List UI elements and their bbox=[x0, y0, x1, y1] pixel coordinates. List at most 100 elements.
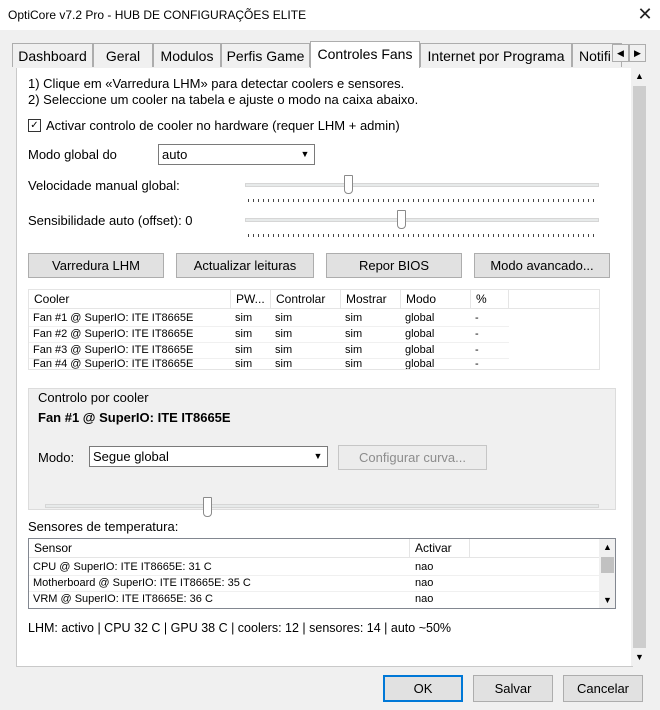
per-cooler-title: Controlo por cooler bbox=[38, 390, 149, 405]
hw-control-label: Activar controlo de cooler no hardware (… bbox=[46, 118, 400, 133]
close-icon[interactable]: ✕ bbox=[636, 4, 654, 24]
manual-speed-slider[interactable] bbox=[344, 175, 353, 194]
column-header-mostrar[interactable]: Mostrar bbox=[341, 290, 401, 308]
chevron-down-icon[interactable]: ▼ bbox=[631, 649, 648, 666]
cell-percent: - bbox=[475, 312, 479, 324]
global-mode-select[interactable]: auto ▼ bbox=[158, 144, 315, 165]
cancel-button[interactable]: Cancelar bbox=[563, 675, 643, 702]
cooler-mode-value: Segue global bbox=[93, 449, 169, 464]
sensors-label: Sensores de temperatura: bbox=[28, 519, 179, 534]
refresh-readings-button[interactable]: Actualizar leituras bbox=[176, 253, 314, 278]
chevron-down-icon: ▼ bbox=[300, 149, 310, 159]
chevron-up-icon[interactable]: ▲ bbox=[631, 68, 648, 85]
tab-modulos[interactable]: Modulos bbox=[153, 43, 221, 67]
scan-lhm-button[interactable]: Varredura LHM bbox=[28, 253, 164, 278]
selected-cooler-name: Fan #1 @ SuperIO: ITE IT8665E bbox=[38, 410, 231, 425]
tab-internet-por-programa[interactable]: Internet por Programa bbox=[420, 43, 572, 67]
manual-speed-track bbox=[245, 183, 599, 187]
save-button[interactable]: Salvar bbox=[473, 675, 553, 702]
cell-modo: global bbox=[405, 344, 435, 356]
column-header-controlar[interactable]: Controlar bbox=[271, 290, 341, 308]
column-header-filler bbox=[509, 290, 599, 308]
cell-controlar: sim bbox=[275, 344, 293, 356]
cell-mostrar: sim bbox=[345, 344, 363, 356]
table-row[interactable]: Motherboard @ SuperIO: ITE IT8665E: 35 C… bbox=[29, 575, 600, 592]
cell-pwm: sim bbox=[235, 358, 253, 370]
cell-cooler: Fan #4 @ SuperIO: ITE IT8665E bbox=[33, 358, 194, 370]
advanced-mode-button[interactable]: Modo avancado... bbox=[474, 253, 610, 278]
fan-table[interactable]: Cooler PW... Controlar Mostrar Modo % Fa… bbox=[28, 289, 600, 370]
panel-scroll-thumb[interactable] bbox=[633, 86, 646, 648]
column-header-sensor[interactable]: Sensor bbox=[29, 539, 410, 557]
table-row[interactable]: Fan #3 @ SuperIO: ITE IT8665E sim sim si… bbox=[29, 342, 509, 359]
column-header-modo[interactable]: Modo bbox=[401, 290, 471, 308]
chevron-down-icon[interactable]: ▼ bbox=[599, 592, 615, 608]
cooler-mode-select[interactable]: Segue global ▼ bbox=[89, 446, 328, 467]
cell-activar: nao bbox=[415, 561, 434, 573]
ok-button[interactable]: OK bbox=[383, 675, 463, 702]
status-line: LHM: activo | CPU 32 C | GPU 38 C | cool… bbox=[28, 621, 452, 635]
column-header-filler bbox=[470, 539, 600, 557]
cell-percent: - bbox=[475, 358, 479, 370]
column-header-cooler[interactable]: Cooler bbox=[29, 290, 231, 308]
cell-sensor: Motherboard @ SuperIO: ITE IT8665E: 35 C bbox=[33, 577, 251, 589]
cell-percent: - bbox=[475, 344, 479, 356]
tab-perfis-game[interactable]: Perfis Game bbox=[221, 43, 310, 67]
global-mode-value: auto bbox=[162, 147, 188, 162]
table-row[interactable]: Fan #4 @ SuperIO: ITE IT8665E sim sim si… bbox=[29, 358, 509, 370]
cell-activar: nao bbox=[415, 577, 434, 589]
cell-mostrar: sim bbox=[345, 358, 363, 370]
cell-activar: nao bbox=[415, 593, 434, 605]
table-row[interactable]: Fan #1 @ SuperIO: ITE IT8665E sim sim si… bbox=[29, 310, 509, 327]
cell-cooler: Fan #2 @ SuperIO: ITE IT8665E bbox=[33, 328, 194, 340]
cell-mostrar: sim bbox=[345, 312, 363, 324]
chevron-up-icon[interactable]: ▲ bbox=[599, 539, 615, 555]
tab-controles-fans[interactable]: Controles Fans bbox=[310, 41, 420, 68]
cell-modo: global bbox=[405, 312, 435, 324]
cell-percent: - bbox=[475, 328, 479, 340]
title-bar: OptiCore v7.2 Pro - HUB DE CONFIGURAÇÕES… bbox=[0, 0, 660, 30]
auto-sensitivity-label: Sensibilidade auto (offset): 0 bbox=[28, 213, 193, 228]
tab-scroll-right-icon[interactable]: ▶ bbox=[629, 44, 646, 62]
cell-modo: global bbox=[405, 328, 435, 340]
cooler-speed-track bbox=[45, 504, 599, 508]
check-icon: ✓ bbox=[30, 120, 39, 131]
restore-bios-button[interactable]: Repor BIOS bbox=[326, 253, 462, 278]
table-row[interactable]: Fan #2 @ SuperIO: ITE IT8665E sim sim si… bbox=[29, 326, 509, 343]
cell-cooler: Fan #1 @ SuperIO: ITE IT8665E bbox=[33, 312, 194, 324]
sensors-table[interactable]: Sensor Activar CPU @ SuperIO: ITE IT8665… bbox=[28, 538, 616, 609]
header-divider bbox=[29, 308, 599, 309]
cell-controlar: sim bbox=[275, 312, 293, 324]
cell-cooler: Fan #3 @ SuperIO: ITE IT8665E bbox=[33, 344, 194, 356]
cell-mostrar: sim bbox=[345, 328, 363, 340]
column-header-activar[interactable]: Activar bbox=[410, 539, 470, 557]
sensors-scrollbar[interactable]: ▲ ▼ bbox=[599, 539, 615, 608]
auto-sensitivity-slider[interactable] bbox=[397, 210, 406, 229]
column-header-pwm[interactable]: PW... bbox=[231, 290, 271, 308]
cell-pwm: sim bbox=[235, 312, 253, 324]
global-mode-label: Modo global do bbox=[28, 147, 117, 162]
tab-geral[interactable]: Geral bbox=[93, 43, 153, 67]
cooler-mode-label: Modo: bbox=[38, 450, 75, 465]
table-row[interactable]: CPU @ SuperIO: ITE IT8665E: 31 C nao bbox=[29, 559, 600, 576]
table-row[interactable]: VRM @ SuperIO: ITE IT8665E: 36 C nao bbox=[29, 591, 600, 607]
instruction-line-1: 1) Clique em «Varredura LHM» para detect… bbox=[28, 76, 405, 91]
sensors-scroll-thumb[interactable] bbox=[601, 557, 614, 573]
configure-curve-button[interactable]: Configurar curva... bbox=[338, 445, 487, 470]
auto-sensitivity-ticks bbox=[248, 234, 598, 237]
instruction-line-2: 2) Seleccione um cooler na tabela e ajus… bbox=[28, 92, 419, 107]
tab-scroll-left-icon[interactable]: ◀ bbox=[612, 44, 629, 62]
cooler-speed-slider[interactable] bbox=[203, 497, 212, 517]
column-header-percent[interactable]: % bbox=[471, 290, 509, 308]
cell-controlar: sim bbox=[275, 328, 293, 340]
panel-scrollbar[interactable]: ▲ ▼ bbox=[631, 68, 648, 666]
cell-sensor: CPU @ SuperIO: ITE IT8665E: 31 C bbox=[33, 561, 212, 573]
hw-control-checkbox[interactable]: ✓ bbox=[28, 119, 41, 132]
manual-speed-label: Velocidade manual global: bbox=[28, 178, 180, 193]
cell-pwm: sim bbox=[235, 328, 253, 340]
cell-controlar: sim bbox=[275, 358, 293, 370]
manual-speed-ticks bbox=[248, 199, 598, 202]
window-title: OptiCore v7.2 Pro - HUB DE CONFIGURAÇÕES… bbox=[8, 8, 307, 22]
tab-dashboard[interactable]: Dashboard bbox=[12, 43, 93, 67]
cell-modo: global bbox=[405, 358, 435, 370]
